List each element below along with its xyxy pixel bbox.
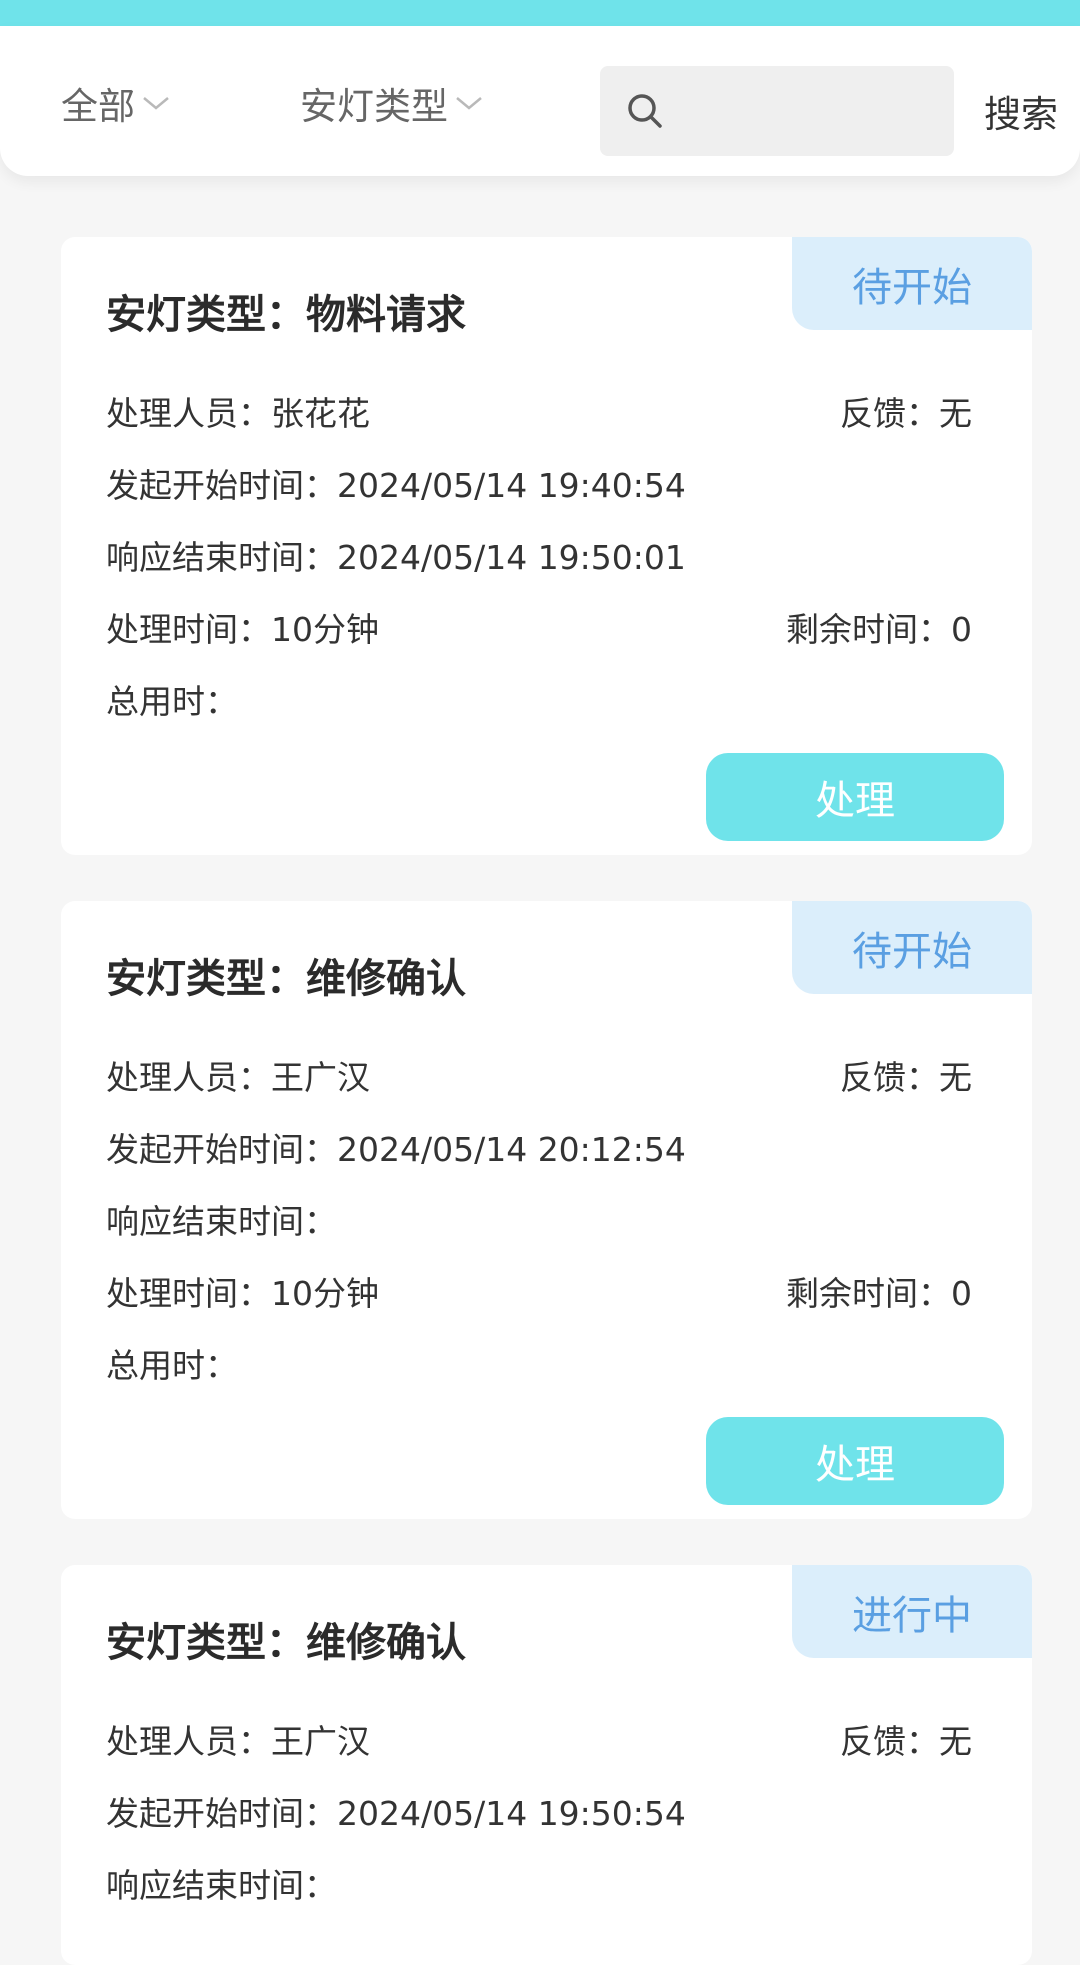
remaining-time-row: 剩余时间：0	[786, 610, 972, 649]
filter-bar: 全部 安灯类型 搜索	[0, 26, 1080, 176]
process-time-row: 处理时间：10分钟	[106, 1274, 379, 1313]
end-time-row: 响应结束时间：2024/05/14 19:50:01	[106, 538, 686, 577]
andon-card: 安灯类型：物料请求 待开始 处理人员：张花花 反馈：无 发起开始时间：2024/…	[61, 237, 1032, 855]
top-accent-bar	[0, 0, 1080, 26]
start-time-row: 发起开始时间：2024/05/14 19:40:54	[106, 466, 686, 505]
remaining-time-row: 剩余时间：0	[786, 1274, 972, 1313]
card-title: 安灯类型：维修确认	[106, 1620, 466, 1666]
status-filter-dropdown[interactable]: 全部	[61, 76, 171, 130]
search-icon	[628, 94, 662, 128]
start-time-row: 发起开始时间：2024/05/14 19:50:54	[106, 1794, 686, 1833]
total-time-row: 总用时：	[106, 1346, 238, 1385]
end-time-row: 响应结束时间：	[106, 1866, 337, 1905]
chevron-down-icon	[143, 97, 169, 110]
search-box[interactable]	[600, 66, 954, 156]
status-badge: 待开始	[792, 237, 1032, 330]
card-title: 安灯类型：维修确认	[106, 956, 466, 1002]
search-input[interactable]	[681, 91, 945, 131]
start-time-row: 发起开始时间：2024/05/14 20:12:54	[106, 1130, 686, 1169]
feedback-row: 反馈：无	[840, 1058, 972, 1097]
search-button[interactable]: 搜索	[984, 84, 1058, 138]
process-button[interactable]: 处理	[706, 1417, 1004, 1505]
handler-row: 处理人员：王广汉	[106, 1722, 370, 1761]
end-time-row: 响应结束时间：	[106, 1202, 337, 1241]
feedback-row: 反馈：无	[840, 1722, 972, 1761]
type-filter-label: 安灯类型	[300, 85, 448, 128]
andon-card: 安灯类型：维修确认 待开始 处理人员：王广汉 反馈：无 发起开始时间：2024/…	[61, 901, 1032, 1519]
handler-row: 处理人员：张花花	[106, 394, 370, 433]
total-time-row: 总用时：	[106, 682, 238, 721]
status-badge: 进行中	[792, 1565, 1032, 1658]
feedback-row: 反馈：无	[840, 394, 972, 433]
status-filter-label: 全部	[61, 85, 135, 128]
card-title: 安灯类型：物料请求	[106, 292, 466, 338]
type-filter-dropdown[interactable]: 安灯类型	[300, 76, 484, 130]
process-button[interactable]: 处理	[706, 753, 1004, 841]
handler-row: 处理人员：王广汉	[106, 1058, 370, 1097]
status-badge: 待开始	[792, 901, 1032, 994]
chevron-down-icon	[456, 97, 482, 110]
andon-card: 安灯类型：维修确认 进行中 处理人员：王广汉 反馈：无 发起开始时间：2024/…	[61, 1565, 1032, 1965]
process-time-row: 处理时间：10分钟	[106, 610, 379, 649]
